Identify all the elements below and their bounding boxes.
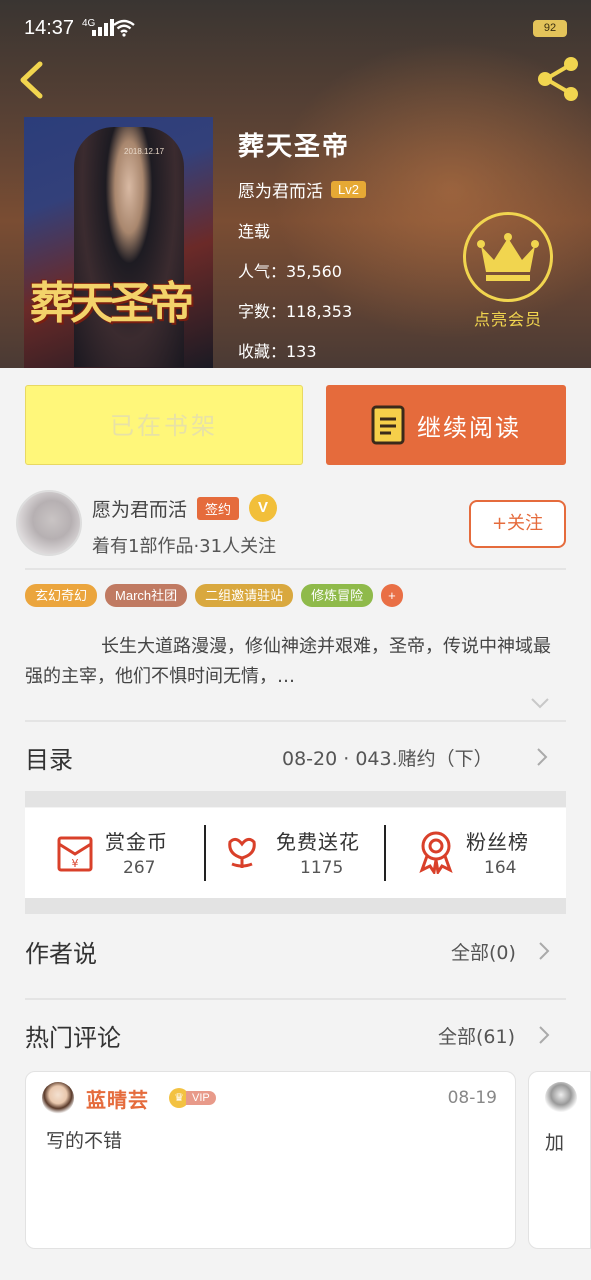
- flower-value: 1175: [300, 858, 344, 878]
- cover-date: 2018.12.17: [124, 147, 165, 156]
- book-cover[interactable]: 2018.12.17 葬天圣帝: [24, 117, 213, 368]
- status-time: 14:37: [24, 17, 75, 39]
- follow-button[interactable]: +关注: [469, 500, 566, 548]
- comment-text: 加: [545, 1132, 565, 1154]
- tag-xuanhuan[interactable]: 玄幻奇幻: [25, 584, 98, 607]
- author-level-badge: Lv2: [331, 181, 366, 198]
- wifi-icon: [113, 19, 135, 37]
- section-separator: [25, 898, 566, 914]
- add-tag-button[interactable]: +: [381, 584, 403, 607]
- coin-reward[interactable]: ¥ 赏金币 267: [25, 808, 205, 898]
- commenter-avatar[interactable]: [545, 1082, 577, 1114]
- vip-badge: ♛ VIP: [169, 1088, 216, 1108]
- comment-card[interactable]: 加: [528, 1071, 591, 1249]
- cover-title: 葬天圣帝: [30, 278, 194, 329]
- chevron-right-icon: [539, 942, 550, 960]
- vip-prompt[interactable]: 点亮会员: [462, 212, 554, 332]
- vip-badge-label: VIP: [186, 1091, 216, 1105]
- tag-invite[interactable]: 二组邀请驻站: [195, 584, 294, 607]
- red-envelope-icon: ¥: [57, 836, 93, 872]
- book-state: 连载: [238, 222, 271, 241]
- svg-text:¥: ¥: [72, 857, 79, 870]
- coin-value: 267: [123, 858, 156, 878]
- battery-icon: 92: [533, 20, 567, 37]
- book-icon: [371, 405, 405, 445]
- synopsis[interactable]: 长生大道路漫漫，修仙神途并艰难，圣帝，传说中神域最强的主宰，他们不惧时间无情，…: [25, 632, 566, 692]
- chevron-down-icon[interactable]: [530, 696, 550, 710]
- latest-chapter: 08-20 · 043.赌约（下）: [282, 748, 493, 770]
- fan-value: 164: [484, 858, 517, 878]
- chevron-right-icon: [537, 748, 548, 766]
- author-card: 愿为君而活 签约 V 着有1部作品·31人关注 +关注: [0, 480, 591, 570]
- commenter-name[interactable]: 蓝晴芸: [86, 1084, 149, 1113]
- free-flower[interactable]: 免费送花 1175: [206, 808, 386, 898]
- comment-text: 写的不错: [46, 1130, 123, 1152]
- tag-march[interactable]: March社团: [105, 584, 188, 607]
- hot-comments-all: 全部(61): [438, 1026, 516, 1048]
- commenter-avatar[interactable]: [42, 1082, 74, 1114]
- status-bar: 14:37 4G 92: [0, 0, 591, 48]
- divider: [25, 720, 566, 722]
- chevron-right-icon: [539, 1026, 550, 1044]
- flower-label: 免费送花: [276, 830, 360, 854]
- continue-reading-button[interactable]: 继续阅读: [326, 385, 566, 465]
- author-card-name[interactable]: 愿为君而活: [92, 495, 187, 522]
- in-shelf-button[interactable]: 已在书架: [25, 385, 303, 465]
- author-line[interactable]: 愿为君而活 Lv2: [238, 177, 366, 202]
- signed-badge: 签约: [197, 496, 240, 520]
- author-says-all: 全部(0): [451, 942, 516, 964]
- back-icon[interactable]: [16, 60, 46, 100]
- author-name-row: 愿为君而活 签约 V: [92, 494, 278, 522]
- tag-list: 玄幻奇幻 March社团 二组邀请驻站 修炼冒险 +: [25, 584, 403, 607]
- crown-icon: [463, 212, 553, 302]
- book-word-count: 字数：118,353: [238, 302, 353, 321]
- flower-icon: [228, 837, 256, 868]
- author-stats: 着有1部作品·31人关注: [92, 536, 277, 557]
- verified-badge: V: [249, 494, 278, 522]
- comment-card[interactable]: 蓝晴芸 ♛ VIP 08-19 写的不错: [25, 1071, 516, 1249]
- divider: [25, 568, 566, 570]
- vip-label: 点亮会员: [473, 310, 542, 329]
- hot-comments-label: 热门评论: [25, 1024, 121, 1052]
- book-favorites: 收藏：133: [238, 342, 317, 361]
- book-header: 14:37 4G 92 2018.12.17 葬天圣帝 葬天圣帝 愿为君而活 L…: [0, 0, 591, 368]
- continue-reading-label: 继续阅读: [417, 413, 521, 442]
- comment-date: 08-19: [447, 1088, 497, 1108]
- fan-label: 粉丝榜: [466, 830, 529, 854]
- section-separator: [25, 791, 566, 807]
- catalog-label: 目录: [25, 746, 73, 774]
- author-name: 愿为君而活: [238, 182, 323, 202]
- divider: [25, 998, 566, 1000]
- fan-ranking[interactable]: 粉丝榜 164: [386, 808, 566, 898]
- tag-cultivation[interactable]: 修炼冒险: [301, 584, 374, 607]
- medal-icon: [419, 831, 453, 874]
- author-avatar[interactable]: [16, 490, 82, 556]
- support-stats: ¥ 赏金币 267 免费送花 1175 粉丝榜 164: [25, 808, 566, 898]
- author-says-label: 作者说: [25, 940, 97, 968]
- signal-icon: [92, 18, 114, 36]
- share-icon[interactable]: [534, 56, 582, 102]
- book-popularity: 人气：35,560: [238, 262, 342, 281]
- cover-figure: [74, 127, 184, 367]
- coin-label: 赏金币: [105, 830, 168, 854]
- book-title: 葬天圣帝: [238, 132, 351, 162]
